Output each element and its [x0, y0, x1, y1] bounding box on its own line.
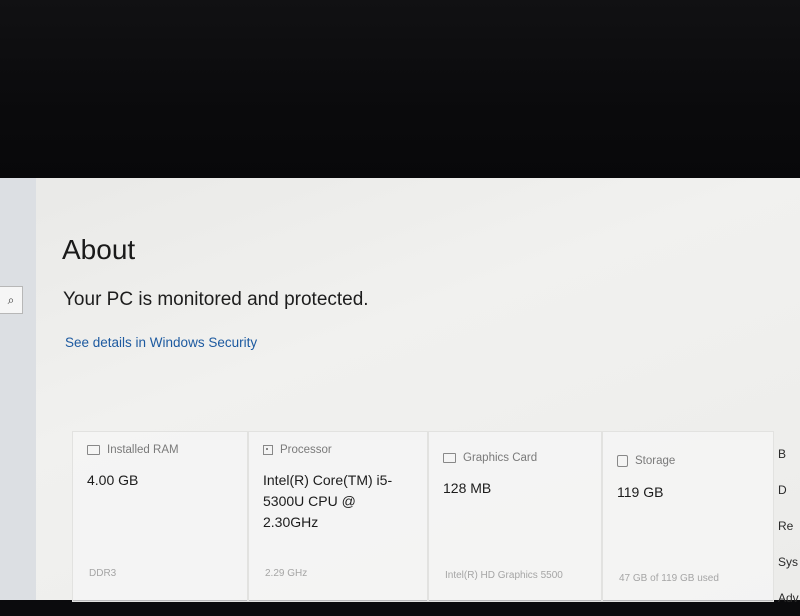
settings-window: ⌕ About Your PC is monitored and protect… — [0, 178, 800, 605]
page-title: About — [62, 234, 136, 265]
spec-label: Graphics Card — [463, 452, 538, 464]
related-link[interactable]: B — [778, 436, 800, 472]
spec-card-processor: Processor Intel(R) Core(TM) i5-5300U CPU… — [248, 431, 428, 602]
storage-icon — [617, 455, 628, 467]
related-settings-links: B D Re Sys Adv — [778, 436, 800, 616]
spec-subtext: 2.29 GHz — [265, 568, 308, 579]
ram-icon — [87, 445, 100, 455]
spec-label: Processor — [280, 444, 332, 456]
processor-icon — [263, 445, 273, 455]
spec-label: Installed RAM — [107, 444, 179, 456]
left-nav-strip: ⌕ — [0, 178, 36, 600]
device-specs-cards: Installed RAM 4.00 GB DDR3 Processor Int… — [72, 431, 774, 602]
about-page: About Your PC is monitored and protected… — [36, 178, 800, 605]
search-button[interactable]: ⌕ — [0, 286, 23, 314]
spec-subtext: 47 GB of 119 GB used — [619, 573, 719, 584]
spec-subtext: Intel(R) HD Graphics 5500 — [445, 570, 563, 581]
graphics-card-icon — [443, 453, 456, 463]
spec-card-graphics: Graphics Card 128 MB Intel(R) HD Graphic… — [428, 431, 602, 602]
spec-value: 4.00 GB — [87, 472, 139, 488]
spec-card-ram: Installed RAM 4.00 GB DDR3 — [72, 431, 248, 602]
spec-card-storage: Storage 119 GB 47 GB of 119 GB used — [602, 431, 774, 602]
spec-label: Storage — [635, 455, 676, 467]
related-link[interactable]: Adv — [778, 580, 800, 616]
windows-security-link[interactable]: See details in Windows Security — [65, 335, 257, 350]
spec-value: 119 GB — [617, 484, 664, 500]
monitor-bezel — [0, 0, 800, 190]
protection-status-text: Your PC is monitored and protected. — [63, 289, 369, 310]
spec-value: Intel(R) Core(TM) i5-5300U CPU @ 2.30GHz — [263, 472, 393, 530]
spec-value: 128 MB — [443, 480, 492, 496]
spec-subtext: DDR3 — [89, 568, 117, 579]
related-link[interactable]: D — [778, 472, 800, 508]
search-icon: ⌕ — [7, 292, 15, 307]
related-link[interactable]: Sys — [778, 544, 800, 580]
related-link[interactable]: Re — [778, 508, 800, 544]
